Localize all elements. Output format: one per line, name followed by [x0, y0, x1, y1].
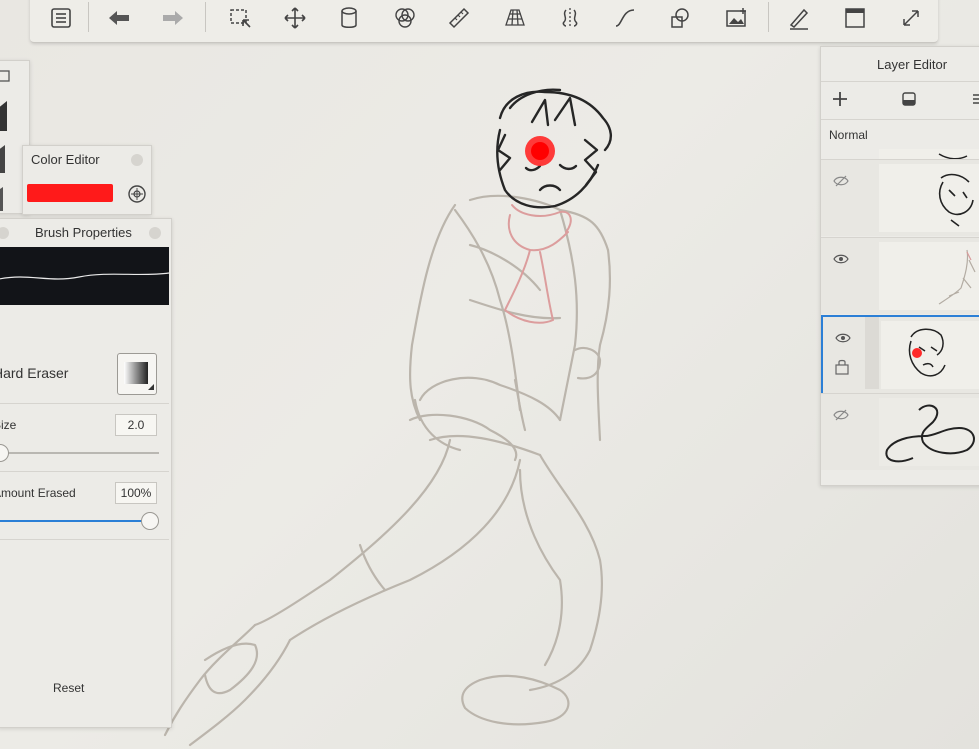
symmetry-mirror-icon[interactable]: [553, 0, 587, 36]
panel-pin-dot[interactable]: [0, 227, 9, 239]
brush-stroke-preview: [0, 247, 170, 305]
current-color-swatch[interactable]: [27, 184, 113, 202]
layer-menu-icon[interactable]: [901, 91, 917, 112]
symmetry-icon[interactable]: [388, 0, 422, 36]
layer-editor-panel: Layer Editor Normal: [820, 46, 979, 486]
add-layer-icon[interactable]: [831, 90, 849, 113]
brush-name: Hard Eraser: [0, 365, 69, 381]
size-value-field[interactable]: 2.0: [115, 414, 157, 436]
size-slider-knob[interactable]: [0, 444, 9, 462]
brush-thumbnail[interactable]: [117, 353, 157, 395]
perspective-icon[interactable]: [498, 0, 532, 36]
image-import-icon[interactable]: [720, 0, 754, 36]
divider: [0, 539, 169, 540]
window-icon[interactable]: [838, 0, 872, 36]
layer-thumbnail: [879, 164, 979, 232]
shapes-icon[interactable]: [663, 0, 697, 36]
color-editor-panel: Color Editor: [22, 145, 152, 215]
transform-icon[interactable]: [278, 0, 312, 36]
undo-icon[interactable]: [102, 0, 136, 36]
layer-thumbnail: [879, 242, 979, 310]
amount-slider-knob[interactable]: [141, 512, 159, 530]
layer-row[interactable]: [821, 237, 979, 314]
pen-icon[interactable]: [782, 0, 816, 36]
size-row: Size 2.0: [0, 403, 169, 470]
layer-options-icon[interactable]: [971, 91, 979, 112]
amount-slider-track[interactable]: [0, 520, 149, 522]
brush-properties-title: Brush Properties: [35, 225, 132, 240]
layer-tools: [821, 81, 979, 120]
layer-thumbnail: [879, 398, 979, 466]
panel-close-dot[interactable]: [131, 154, 143, 166]
hidden-eye-icon[interactable]: [833, 174, 849, 187]
layer-editor-title: Layer Editor: [877, 57, 948, 72]
amount-erased-label: Amount Erased: [0, 486, 76, 500]
main-toolbar: [30, 0, 938, 43]
alpha-lock-icon[interactable]: [835, 359, 849, 380]
blend-mode-select[interactable]: Normal: [821, 119, 979, 150]
panel-close-dot[interactable]: [149, 227, 161, 239]
list-icon[interactable]: [44, 0, 78, 36]
fill-icon[interactable]: [332, 0, 366, 36]
layer-thumbnail: [881, 321, 979, 389]
color-wheel-icon[interactable]: [127, 184, 147, 204]
amount-row: Amount Erased 100%: [0, 471, 169, 538]
layer-row[interactable]: [821, 393, 979, 470]
ruler-icon[interactable]: [442, 0, 476, 36]
layer-row[interactable]: [821, 159, 979, 236]
redo-icon[interactable]: [156, 0, 190, 36]
color-editor-title: Color Editor: [31, 152, 100, 167]
size-label: Size: [0, 418, 17, 432]
curve-icon[interactable]: [608, 0, 642, 36]
hidden-eye-icon[interactable]: [833, 408, 849, 421]
layer-row-selected[interactable]: [821, 315, 979, 395]
eye-icon[interactable]: [835, 331, 851, 343]
eye-icon[interactable]: [833, 252, 849, 264]
amount-value-field[interactable]: 100%: [115, 482, 157, 504]
fullscreen-icon[interactable]: [894, 0, 928, 36]
layer-thumbnail-partial: [879, 149, 979, 160]
reset-button[interactable]: Reset: [53, 681, 84, 695]
blend-mode-value: Normal: [829, 128, 868, 142]
size-slider-track[interactable]: [0, 452, 159, 454]
layer-opacity-bar[interactable]: [865, 317, 879, 389]
select-icon[interactable]: [223, 0, 257, 36]
brush-properties-panel: Brush Properties Hard Eraser Size 2.0 Am…: [0, 218, 172, 728]
